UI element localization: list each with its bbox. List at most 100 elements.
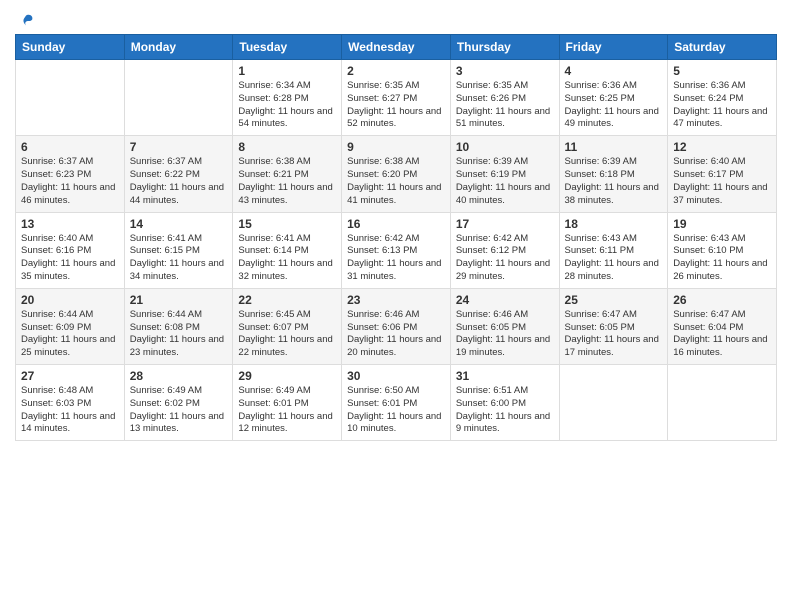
- day-info: Sunrise: 6:51 AMSunset: 6:00 PMDaylight:…: [456, 385, 554, 436]
- day-number: 26: [673, 293, 771, 307]
- day-info: Sunrise: 6:41 AMSunset: 6:14 PMDaylight:…: [238, 233, 336, 284]
- day-number: 14: [130, 217, 228, 231]
- calendar-cell: 15 Sunrise: 6:41 AMSunset: 6:14 PMDayligh…: [233, 212, 342, 288]
- day-info: Sunrise: 6:47 AMSunset: 6:04 PMDaylight:…: [673, 309, 771, 360]
- day-info: Sunrise: 6:46 AMSunset: 6:05 PMDaylight:…: [456, 309, 554, 360]
- calendar-cell: 13Sunrise: 6:40 AMSunset: 6:16 PMDayligh…: [16, 212, 125, 288]
- weekday-header-friday: Friday: [559, 35, 668, 60]
- calendar-cell: [668, 365, 777, 441]
- logo: [15, 10, 35, 26]
- day-number: 27: [21, 369, 119, 383]
- calendar-cell: 10Sunrise: 6:39 AMSunset: 6:19 PMDayligh…: [450, 136, 559, 212]
- calendar-cell: 3 Sunrise: 6:35 AMSunset: 6:26 PMDaylight…: [450, 60, 559, 136]
- calendar-table: SundayMondayTuesdayWednesdayThursdayFrid…: [15, 34, 777, 441]
- calendar-cell: [559, 365, 668, 441]
- day-number: 7: [130, 140, 228, 154]
- day-info: Sunrise: 6:43 AMSunset: 6:11 PMDaylight:…: [565, 233, 663, 284]
- day-number: 25: [565, 293, 663, 307]
- day-info: Sunrise: 6:38 AMSunset: 6:20 PMDaylight:…: [347, 156, 445, 207]
- weekday-header-row: SundayMondayTuesdayWednesdayThursdayFrid…: [16, 35, 777, 60]
- calendar-cell: 6 Sunrise: 6:37 AMSunset: 6:23 PMDaylight…: [16, 136, 125, 212]
- day-info: Sunrise: 6:36 AMSunset: 6:24 PMDaylight:…: [673, 80, 771, 131]
- day-number: 24: [456, 293, 554, 307]
- calendar-cell: 2 Sunrise: 6:35 AMSunset: 6:27 PMDaylight…: [342, 60, 451, 136]
- day-info: Sunrise: 6:49 AMSunset: 6:01 PMDaylight:…: [238, 385, 336, 436]
- day-number: 13: [21, 217, 119, 231]
- calendar-cell: 23 Sunrise: 6:46 AMSunset: 6:06 PMDayligh…: [342, 288, 451, 364]
- day-number: 31: [456, 369, 554, 383]
- calendar-cell: 31 Sunrise: 6:51 AMSunset: 6:00 PMDayligh…: [450, 365, 559, 441]
- calendar-cell: 11 Sunrise: 6:39 AMSunset: 6:18 PMDayligh…: [559, 136, 668, 212]
- day-number: 30: [347, 369, 445, 383]
- calendar-cell: 30Sunrise: 6:50 AMSunset: 6:01 PMDayligh…: [342, 365, 451, 441]
- day-number: 16: [347, 217, 445, 231]
- calendar-cell: [16, 60, 125, 136]
- day-info: Sunrise: 6:39 AMSunset: 6:18 PMDaylight:…: [565, 156, 663, 207]
- day-number: 18: [565, 217, 663, 231]
- calendar-cell: 17Sunrise: 6:42 AMSunset: 6:12 PMDayligh…: [450, 212, 559, 288]
- day-number: 29: [238, 369, 336, 383]
- calendar-cell: 21 Sunrise: 6:44 AMSunset: 6:08 PMDayligh…: [124, 288, 233, 364]
- day-number: 11: [565, 140, 663, 154]
- calendar-cell: 4 Sunrise: 6:36 AMSunset: 6:25 PMDaylight…: [559, 60, 668, 136]
- weekday-header-sunday: Sunday: [16, 35, 125, 60]
- calendar-cell: [124, 60, 233, 136]
- day-number: 3: [456, 64, 554, 78]
- day-info: Sunrise: 6:45 AMSunset: 6:07 PMDaylight:…: [238, 309, 336, 360]
- calendar-cell: 29 Sunrise: 6:49 AMSunset: 6:01 PMDayligh…: [233, 365, 342, 441]
- day-info: Sunrise: 6:40 AMSunset: 6:17 PMDaylight:…: [673, 156, 771, 207]
- page: SundayMondayTuesdayWednesdayThursdayFrid…: [0, 0, 792, 612]
- day-number: 28: [130, 369, 228, 383]
- calendar-cell: 26 Sunrise: 6:47 AMSunset: 6:04 PMDayligh…: [668, 288, 777, 364]
- calendar-cell: 7 Sunrise: 6:37 AMSunset: 6:22 PMDaylight…: [124, 136, 233, 212]
- calendar-cell: 12 Sunrise: 6:40 AMSunset: 6:17 PMDayligh…: [668, 136, 777, 212]
- header: [15, 10, 777, 26]
- day-info: Sunrise: 6:44 AMSunset: 6:08 PMDaylight:…: [130, 309, 228, 360]
- day-number: 9: [347, 140, 445, 154]
- calendar-week-row: 13Sunrise: 6:40 AMSunset: 6:16 PMDayligh…: [16, 212, 777, 288]
- day-info: Sunrise: 6:42 AMSunset: 6:13 PMDaylight:…: [347, 233, 445, 284]
- weekday-header-saturday: Saturday: [668, 35, 777, 60]
- day-info: Sunrise: 6:39 AMSunset: 6:19 PMDaylight:…: [456, 156, 554, 207]
- day-number: 20: [21, 293, 119, 307]
- calendar-cell: 25Sunrise: 6:47 AMSunset: 6:05 PMDayligh…: [559, 288, 668, 364]
- day-number: 17: [456, 217, 554, 231]
- day-number: 15: [238, 217, 336, 231]
- day-info: Sunrise: 6:49 AMSunset: 6:02 PMDaylight:…: [130, 385, 228, 436]
- calendar-cell: 16 Sunrise: 6:42 AMSunset: 6:13 PMDayligh…: [342, 212, 451, 288]
- calendar-week-row: 1Sunrise: 6:34 AMSunset: 6:28 PMDaylight…: [16, 60, 777, 136]
- day-info: Sunrise: 6:43 AMSunset: 6:10 PMDaylight:…: [673, 233, 771, 284]
- calendar-cell: 24 Sunrise: 6:46 AMSunset: 6:05 PMDayligh…: [450, 288, 559, 364]
- calendar-cell: 28 Sunrise: 6:49 AMSunset: 6:02 PMDayligh…: [124, 365, 233, 441]
- calendar-cell: 1Sunrise: 6:34 AMSunset: 6:28 PMDaylight…: [233, 60, 342, 136]
- day-number: 22: [238, 293, 336, 307]
- day-number: 5: [673, 64, 771, 78]
- logo-bird-icon: [17, 12, 35, 30]
- day-info: Sunrise: 6:48 AMSunset: 6:03 PMDaylight:…: [21, 385, 119, 436]
- day-number: 8: [238, 140, 336, 154]
- day-info: Sunrise: 6:36 AMSunset: 6:25 PMDaylight:…: [565, 80, 663, 131]
- calendar-cell: 9 Sunrise: 6:38 AMSunset: 6:20 PMDaylight…: [342, 136, 451, 212]
- day-info: Sunrise: 6:41 AMSunset: 6:15 PMDaylight:…: [130, 233, 228, 284]
- day-info: Sunrise: 6:38 AMSunset: 6:21 PMDaylight:…: [238, 156, 336, 207]
- day-info: Sunrise: 6:35 AMSunset: 6:27 PMDaylight:…: [347, 80, 445, 131]
- day-number: 12: [673, 140, 771, 154]
- day-number: 23: [347, 293, 445, 307]
- day-number: 19: [673, 217, 771, 231]
- calendar-cell: 5 Sunrise: 6:36 AMSunset: 6:24 PMDaylight…: [668, 60, 777, 136]
- calendar-cell: 14 Sunrise: 6:41 AMSunset: 6:15 PMDayligh…: [124, 212, 233, 288]
- calendar-week-row: 6 Sunrise: 6:37 AMSunset: 6:23 PMDaylight…: [16, 136, 777, 212]
- day-info: Sunrise: 6:37 AMSunset: 6:22 PMDaylight:…: [130, 156, 228, 207]
- day-number: 4: [565, 64, 663, 78]
- day-number: 2: [347, 64, 445, 78]
- day-info: Sunrise: 6:35 AMSunset: 6:26 PMDaylight:…: [456, 80, 554, 131]
- day-info: Sunrise: 6:34 AMSunset: 6:28 PMDaylight:…: [238, 80, 336, 131]
- day-number: 21: [130, 293, 228, 307]
- calendar-cell: 20 Sunrise: 6:44 AMSunset: 6:09 PMDayligh…: [16, 288, 125, 364]
- day-info: Sunrise: 6:46 AMSunset: 6:06 PMDaylight:…: [347, 309, 445, 360]
- day-info: Sunrise: 6:37 AMSunset: 6:23 PMDaylight:…: [21, 156, 119, 207]
- day-number: 6: [21, 140, 119, 154]
- day-info: Sunrise: 6:44 AMSunset: 6:09 PMDaylight:…: [21, 309, 119, 360]
- weekday-header-thursday: Thursday: [450, 35, 559, 60]
- calendar-week-row: 20 Sunrise: 6:44 AMSunset: 6:09 PMDayligh…: [16, 288, 777, 364]
